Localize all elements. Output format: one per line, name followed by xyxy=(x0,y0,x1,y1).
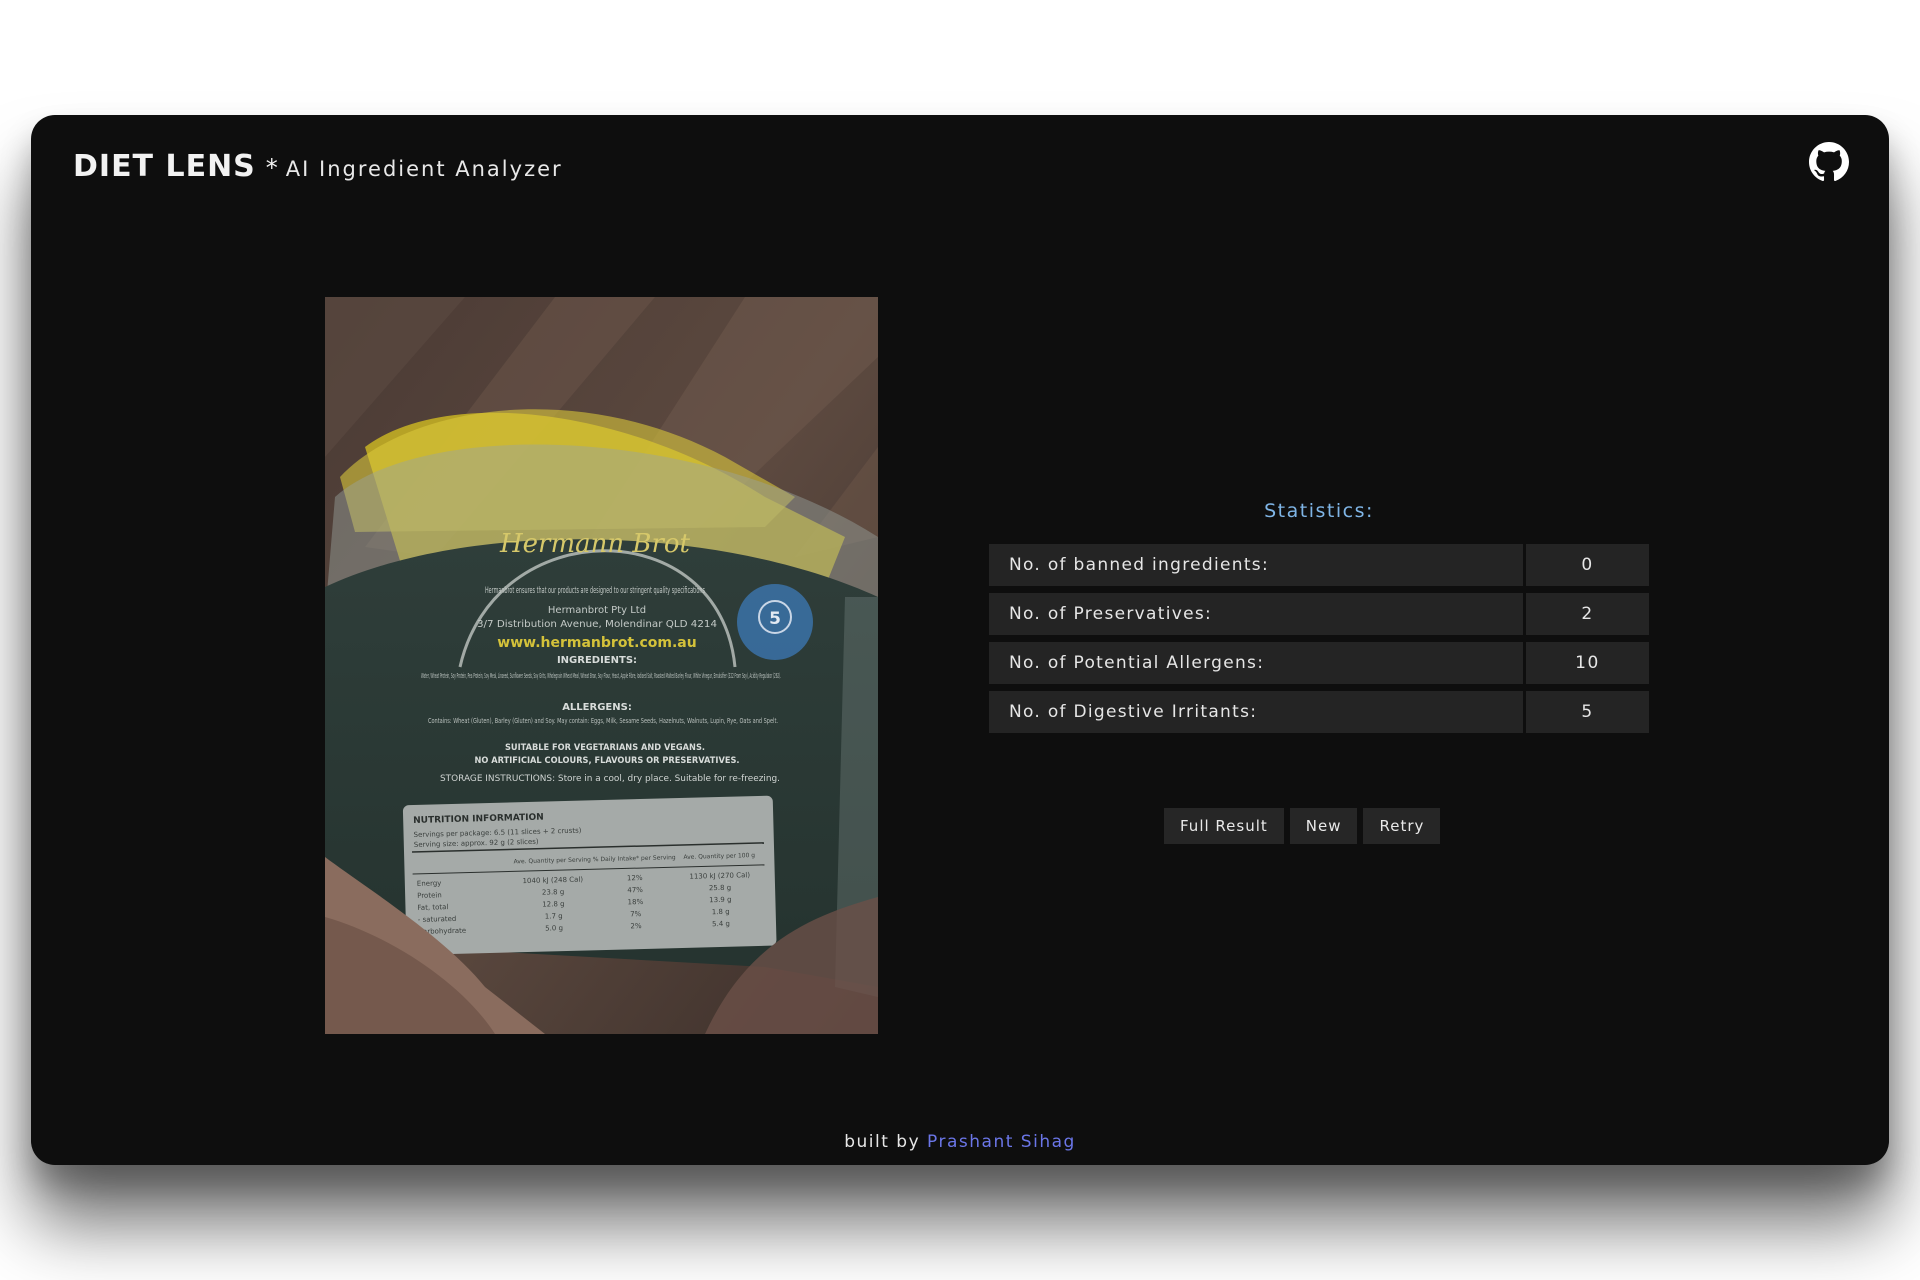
photo-ingredients-heading: INGREDIENTS: xyxy=(557,655,637,666)
photo-company: Hermanbrot Pty Ltd xyxy=(548,605,646,616)
photo-nutrition-cell: 1.8 g xyxy=(712,908,730,916)
retry-button[interactable]: Retry xyxy=(1363,808,1441,844)
photo-allergens-heading: ALLERGENS: xyxy=(562,702,632,713)
stat-row: No. of Digestive Irritants: 5 xyxy=(989,691,1649,733)
photo-nutrition-cell: 23.8 g xyxy=(542,888,564,897)
photo-nutrition-cell: 47% xyxy=(627,886,643,894)
photo-nutrition-cell: Fat, total xyxy=(417,903,448,912)
photo-allergens-text: Contains: Wheat (Gluten), Barley (Gluten… xyxy=(428,717,778,725)
author-link[interactable]: Prashant Sihag xyxy=(927,1132,1076,1152)
photo-veg-line1: SUITABLE FOR VEGETARIANS AND VEGANS. xyxy=(505,743,705,753)
action-buttons: Full Result New Retry xyxy=(1164,808,1441,844)
photo-tagline: Hermanbrot ensures that our products are… xyxy=(485,586,705,596)
stat-label: No. of banned ingredients: xyxy=(989,544,1523,586)
photo-nutrition-cell: Energy xyxy=(417,879,442,888)
photo-veg-line2: NO ARTIFICIAL COLOURS, FLAVOURS OR PRESE… xyxy=(475,756,740,766)
photo-nutrition-cell: 2% xyxy=(630,922,642,930)
statistics-panel: Statistics: No. of banned ingredients: 0 N… xyxy=(989,500,1649,740)
photo-nutrition-cell: 5.4 g xyxy=(712,920,730,928)
footer-prefix: built by xyxy=(844,1132,921,1152)
stat-value: 5 xyxy=(1526,691,1649,733)
stat-value: 0 xyxy=(1526,544,1649,586)
stat-row: No. of banned ingredients: 0 xyxy=(989,544,1649,586)
github-icon[interactable] xyxy=(1809,142,1849,182)
stat-row: No. of Preservatives: 2 xyxy=(989,593,1649,635)
photo-website: www.hermanbrot.com.au xyxy=(497,635,696,651)
footer: built by Prashant Sihag xyxy=(31,1132,1889,1152)
stat-row: No. of Potential Allergens: 10 xyxy=(989,642,1649,684)
brand-separator: * xyxy=(265,154,278,182)
photo-ingredients-text: Water, Wheat Protein, Soy Protein, Pea P… xyxy=(421,672,781,680)
photo-nutrition-cell: 25.8 g xyxy=(709,884,731,893)
photo-nutrition-cell: 12% xyxy=(627,874,643,882)
stat-label: No. of Potential Allergens: xyxy=(989,642,1523,684)
photo-nutrition-cell: 13.9 g xyxy=(709,896,731,905)
photo-brand-script: Hermann Brot xyxy=(499,529,691,559)
photo-nutrition-cell: 1130 kJ (270 Cal) xyxy=(689,871,750,881)
stat-label: No. of Preservatives: xyxy=(989,593,1523,635)
uploaded-food-photo: Hermann Brot Hermanbrot ensures that our… xyxy=(325,297,878,1034)
app-card: DIET LENS * AI Ingredient Analyzer Herma… xyxy=(31,115,1889,1165)
photo-nutrition-cell: 18% xyxy=(628,898,644,906)
photo-nutrition-cell: 1040 kJ (248 Cal) xyxy=(522,876,583,886)
brand-subtitle: AI Ingredient Analyzer xyxy=(285,157,563,181)
photo-address: 3/7 Distribution Avenue, Molendinar QLD … xyxy=(477,619,717,630)
stat-label: No. of Digestive Irritants: xyxy=(989,691,1523,733)
photo-nutrition-cell: - saturated xyxy=(418,915,457,924)
app-header: DIET LENS * AI Ingredient Analyzer xyxy=(73,149,563,184)
statistics-title: Statistics: xyxy=(1264,500,1374,522)
photo-nutrition-cell: Protein xyxy=(417,891,442,900)
photo-nutrition-cell: 7% xyxy=(630,910,642,918)
photo-nutrition-cell: 5.0 g xyxy=(545,924,563,932)
photo-nutrition-cell: 12.8 g xyxy=(542,900,564,909)
full-result-button[interactable]: Full Result xyxy=(1164,808,1284,844)
stat-value: 10 xyxy=(1526,642,1649,684)
photo-storage: STORAGE INSTRUCTIONS: Store in a cool, d… xyxy=(440,774,780,784)
stat-value: 2 xyxy=(1526,593,1649,635)
brand-title: DIET LENS xyxy=(73,149,256,184)
photo-star-badge: 5 xyxy=(769,609,781,629)
new-button[interactable]: New xyxy=(1289,808,1358,844)
photo-nutrition-cell: 1.7 g xyxy=(545,912,563,920)
